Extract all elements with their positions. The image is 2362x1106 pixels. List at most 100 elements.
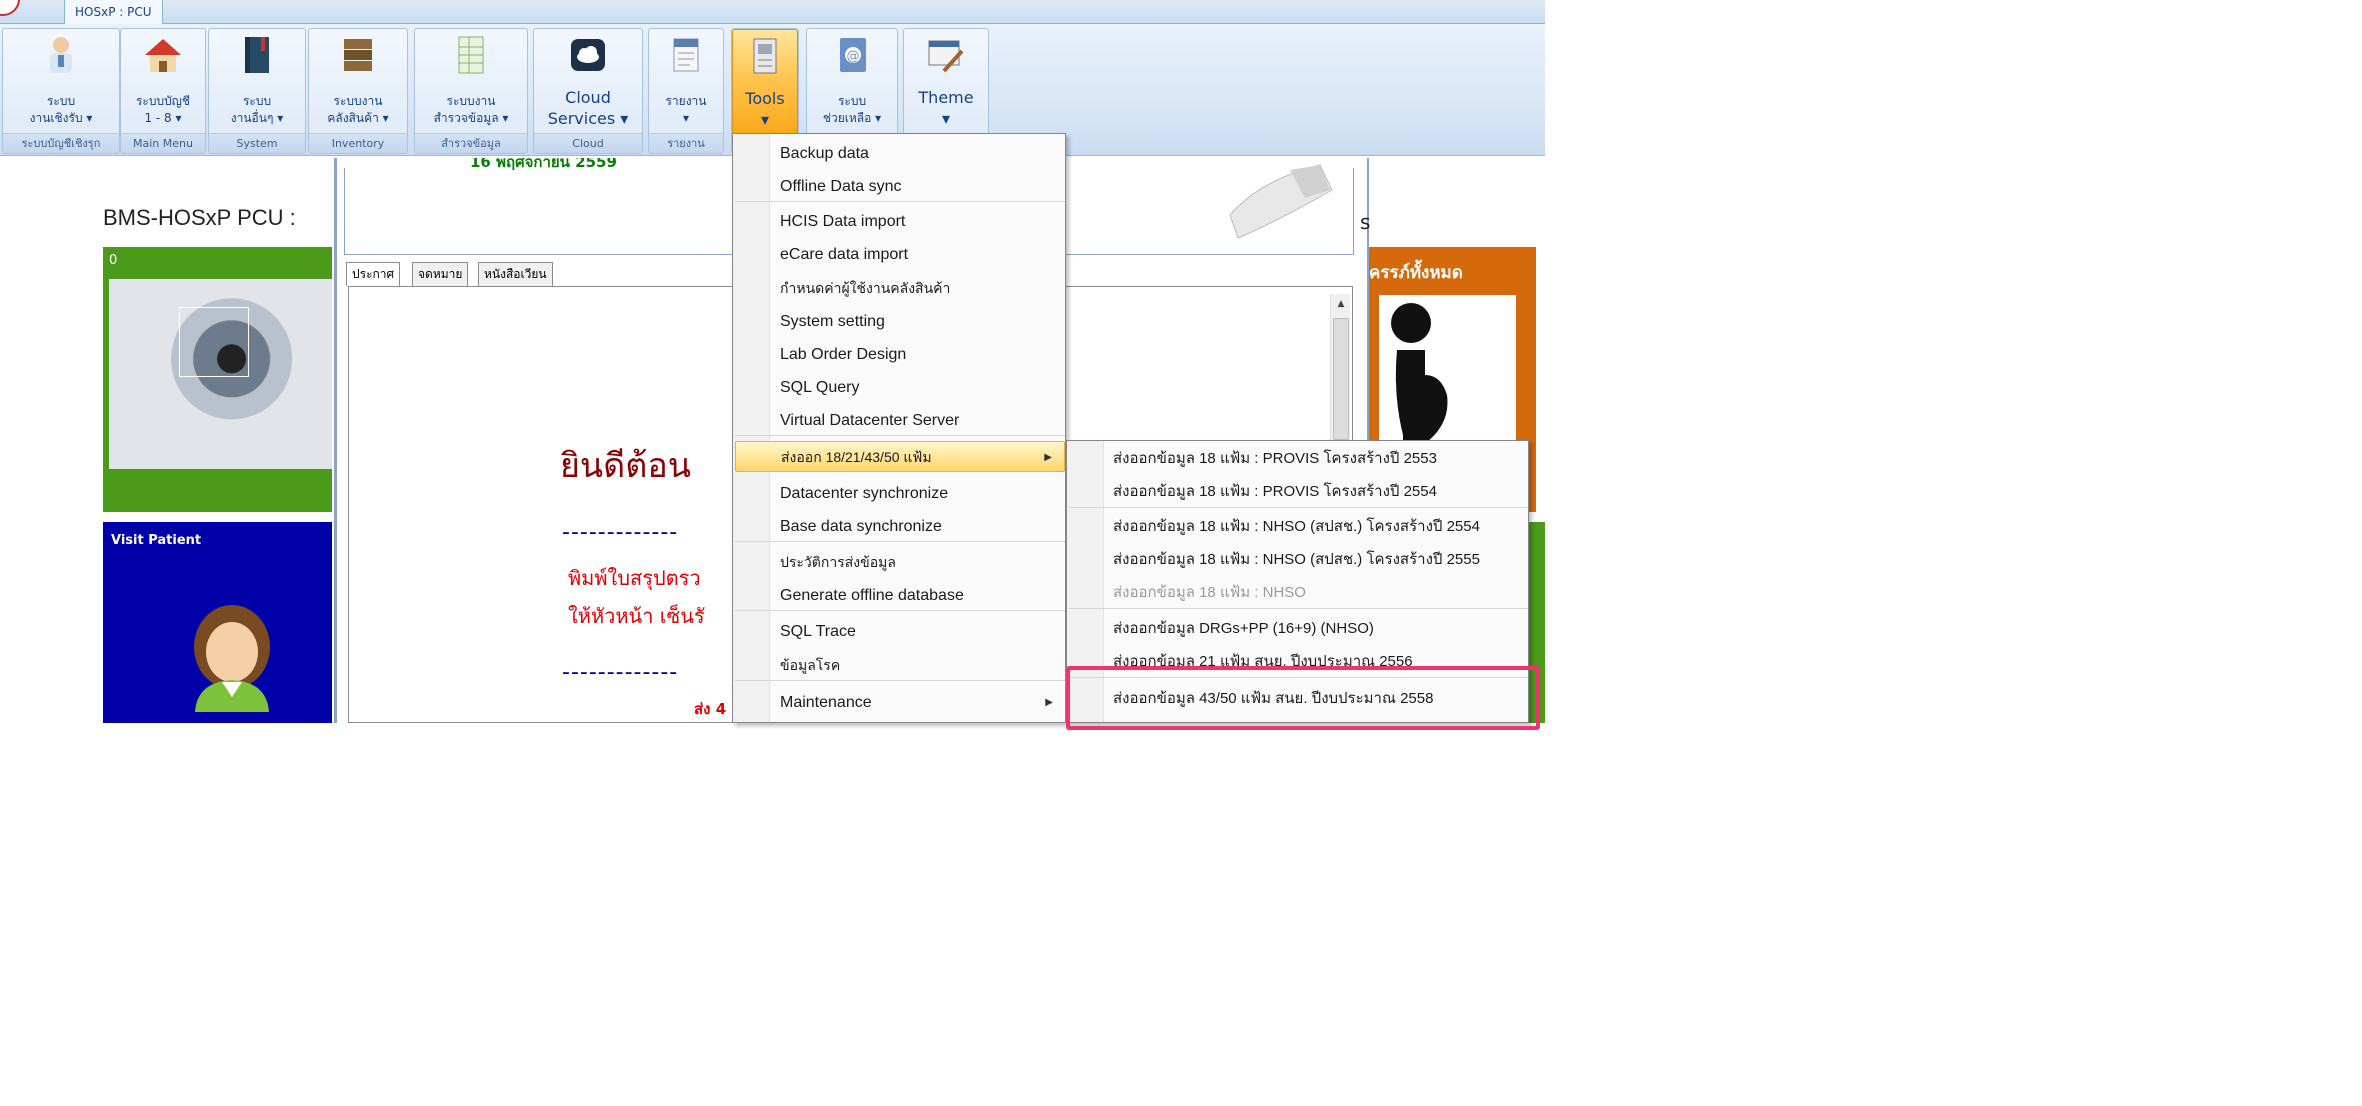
help-system-button[interactable]: @ ระบบ ช่วยเหลือ ▾ xyxy=(807,29,897,135)
visit-patient-tile[interactable]: Visit Patient xyxy=(103,522,332,723)
heading-fragment: s xyxy=(1360,210,1371,234)
theme-button[interactable]: Theme ▾ xyxy=(904,29,988,135)
visit-patient-title: Visit Patient xyxy=(111,533,202,548)
submenu-item-drgs-pp[interactable]: ส่งออกข้อมูล DRGs+PP (16+9) (NHSO) xyxy=(1069,612,1528,645)
cloud-icon xyxy=(568,35,608,75)
divider-line-2: ------------- xyxy=(562,660,679,685)
help-label: ระบบ ช่วยเหลือ ▾ xyxy=(822,94,882,125)
survey-button[interactable]: ระบบงาน สำรวจข้อมูล ▾ xyxy=(415,29,527,135)
scroll-thumb[interactable] xyxy=(1333,318,1349,440)
menu-item-offline-data-sync[interactable]: Offline Data sync xyxy=(735,171,1065,202)
report-icon xyxy=(666,35,706,75)
reports-button[interactable]: รายงาน ▾ xyxy=(649,29,723,135)
sign-instruction-text: ให้หัวหน้า เซ็นรั xyxy=(568,604,705,628)
menu-item-disease-data[interactable]: ข้อมูลโรค xyxy=(735,650,1065,681)
submenu-arrow-icon: ▶ xyxy=(1044,452,1052,463)
submenu-item-nhso-2554[interactable]: ส่งออกข้อมูล 18 แฟ้ม : NHSO (สปสช.) โครง… xyxy=(1069,510,1528,543)
pregnancy-title: ครรภ์ทั้งหมด xyxy=(1369,263,1463,283)
reception-label: ระบบ งานเชิงรับ ▾ xyxy=(29,94,93,125)
menu-item-generate-offline-database[interactable]: Generate offline database xyxy=(735,580,1065,611)
patient-avatar-icon xyxy=(187,602,277,712)
send-text: ส่ง 4 xyxy=(694,700,727,718)
ribbon-group-main-menu: ระบบบัญชี 1 - 8 ▾ Main Menu xyxy=(120,28,206,154)
reports-label: รายงาน ▾ xyxy=(665,94,707,125)
book-icon xyxy=(237,35,277,75)
menu-item-system-setting[interactable]: System setting xyxy=(735,306,1065,337)
app-logo[interactable] xyxy=(0,0,20,16)
survey-label: ระบบงาน สำรวจข้อมูล ▾ xyxy=(433,94,509,125)
menu-item-maintenance[interactable]: Maintenance ▶ xyxy=(735,687,1065,718)
cloud-footer: Cloud xyxy=(534,133,642,153)
menu-item-base-data-synchronize[interactable]: Base data synchronize xyxy=(735,511,1065,542)
survey-footer: สำรวจข้อมูล xyxy=(415,133,527,153)
menu-item-backup-data[interactable]: Backup data xyxy=(735,138,1065,169)
scroll-up-arrow-icon[interactable]: ▲ xyxy=(1331,294,1351,314)
tools-button[interactable]: Tools ▾ xyxy=(732,29,798,137)
cloud-services-button[interactable]: Cloud Services ▾ xyxy=(534,29,642,135)
ribbon-group-reception: ระบบ งานเชิงรับ ▾ ระบบบัญชีเชิงรุก xyxy=(2,28,120,154)
reports-footer: รายงาน xyxy=(649,133,723,153)
tools-dropdown-menu: Backup data Offline Data sync HCIS Data … xyxy=(732,133,1066,723)
other-systems-button[interactable]: ระบบ งานอื่นๆ ▾ xyxy=(209,29,305,135)
highlight-annotation xyxy=(1066,666,1540,730)
doctor-icon xyxy=(41,35,81,75)
theme-icon xyxy=(926,35,966,75)
tools-label: Tools ▾ xyxy=(745,89,785,129)
welcome-heading: ยินดีต้อน xyxy=(560,446,691,486)
accounts-label: ระบบบัญชี 1 - 8 ▾ xyxy=(135,94,191,125)
spreadsheet-icon xyxy=(451,35,491,75)
menu-item-ecare-data-import[interactable]: eCare data import xyxy=(735,239,1065,270)
tab-mail[interactable]: จดหมาย xyxy=(412,262,469,286)
ribbon-group-survey: ระบบงาน สำรวจข้อมูล ▾ สำรวจข้อมูล xyxy=(414,28,528,154)
menu-item-sql-trace[interactable]: SQL Trace xyxy=(735,616,1065,647)
main-menu-footer: Main Menu xyxy=(121,133,205,153)
accounts-button[interactable]: ระบบบัญชี 1 - 8 ▾ xyxy=(121,29,205,135)
inventory-footer: Inventory xyxy=(309,133,407,153)
monitor-tile[interactable]: 0 xyxy=(103,247,332,512)
reception-system-button[interactable]: ระบบ งานเชิงรับ ▾ xyxy=(3,29,119,135)
submenu-item-provis-2553[interactable]: ส่งออกข้อมูล 18 แฟ้ม : PROVIS โครงสร้างป… xyxy=(1069,442,1528,475)
submenu-item-nhso-disabled: ส่งออกข้อมูล 18 แฟ้ม : NHSO xyxy=(1069,576,1528,609)
newspaper-image xyxy=(1220,160,1335,240)
menu-item-inventory-user-settings[interactable]: กำหนดค่าผู้ใช้งานคลังสินค้า xyxy=(735,273,1065,304)
menu-item-sql-query[interactable]: SQL Query xyxy=(735,372,1065,403)
ribbon-group-system: ระบบ งานอื่นๆ ▾ System xyxy=(208,28,306,154)
tab-circular[interactable]: หนังสือเวียน xyxy=(478,262,553,286)
menu-item-send-history[interactable]: ประวัติการส่งข้อมูล xyxy=(735,547,1065,578)
page-title: BMS-HOSxP PCU : xyxy=(103,205,296,230)
help-icon: @ xyxy=(832,35,872,75)
system-footer: System xyxy=(209,133,305,153)
tab-hosxp-pcu[interactable]: HOSxP : PCU xyxy=(64,0,163,25)
tab-announcement[interactable]: ประกาศ xyxy=(346,262,401,286)
ribbon-group-reports: รายงาน ▾ รายงาน xyxy=(648,28,724,154)
content-scrollbar[interactable]: ▲ xyxy=(1330,294,1350,444)
ribbon-group-cloud: Cloud Services ▾ Cloud xyxy=(533,28,643,154)
menu-item-export-files[interactable]: ส่งออก 18/21/43/50 แฟ้ม ▶ xyxy=(735,441,1065,472)
divider-line-1: ------------- xyxy=(562,520,679,545)
inventory-label: ระบบงาน คลังสินค้า ▾ xyxy=(327,94,389,125)
submenu-item-nhso-2555[interactable]: ส่งออกข้อมูล 18 แฟ้ม : NHSO (สปสช.) โครง… xyxy=(1069,543,1528,576)
cloud-services-label: Cloud Services ▾ xyxy=(547,88,629,128)
ribbon-group-inventory: ระบบงาน คลังสินค้า ▾ Inventory xyxy=(308,28,408,154)
submenu-arrow-icon: ▶ xyxy=(1045,697,1053,708)
maintenance-label: Maintenance xyxy=(780,694,872,711)
menu-item-lab-order-design[interactable]: Lab Order Design xyxy=(735,339,1065,370)
eye-image xyxy=(109,279,332,469)
menu-item-datacenter-synchronize[interactable]: Datacenter synchronize xyxy=(735,478,1065,509)
inventory-button[interactable]: ระบบงาน คลังสินค้า ▾ xyxy=(309,29,407,135)
menu-item-virtual-datacenter-server[interactable]: Virtual Datacenter Server xyxy=(735,405,1065,436)
title-bar: HOSxP : PCU xyxy=(0,0,1545,25)
submenu-item-provis-2554[interactable]: ส่งออกข้อมูล 18 แฟ้ม : PROVIS โครงสร้างป… xyxy=(1069,475,1528,508)
menu-item-hcis-data-import[interactable]: HCIS Data import xyxy=(735,206,1065,237)
svg-text:@: @ xyxy=(847,49,860,64)
tools-icon xyxy=(745,36,785,76)
eye-focus-box xyxy=(179,307,249,377)
print-summary-text: พิมพ์ใบสรุปตรว xyxy=(568,566,701,590)
other-systems-label: ระบบ งานอื่นๆ ▾ xyxy=(230,94,284,125)
export-files-label: ส่งออก 18/21/43/50 แฟ้ม xyxy=(781,449,932,465)
reception-footer: ระบบบัญชีเชิงรุก xyxy=(3,133,119,153)
boxes-icon xyxy=(338,35,378,75)
tile-count: 0 xyxy=(109,253,118,268)
theme-label: Theme ▾ xyxy=(918,88,974,128)
house-icon xyxy=(143,35,183,75)
